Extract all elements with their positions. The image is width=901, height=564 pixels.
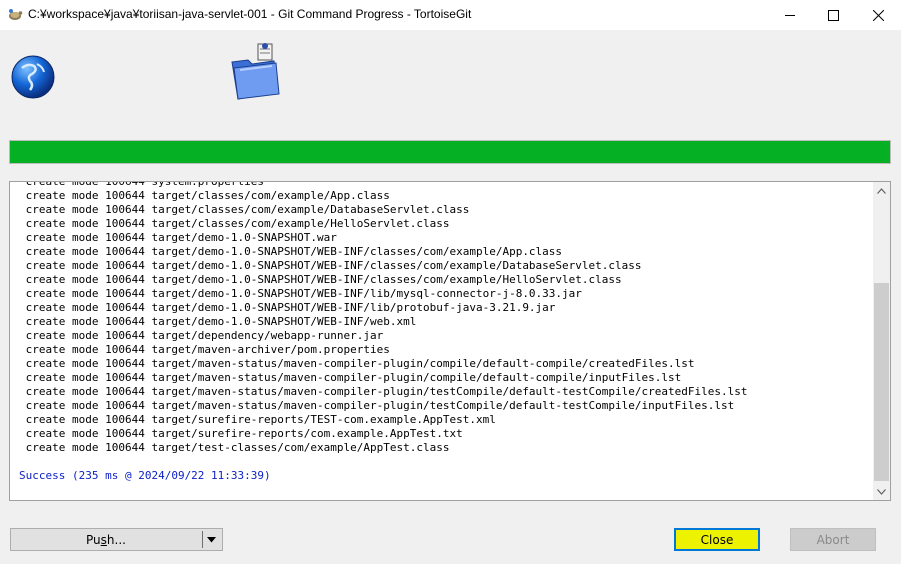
log-line: create mode 100644 target/dependency/web… bbox=[19, 329, 384, 342]
push-button-label: Push... bbox=[86, 532, 126, 547]
push-button[interactable]: Push... bbox=[10, 528, 223, 551]
close-button[interactable]: Close bbox=[674, 528, 760, 551]
tortoisegit-app-icon bbox=[9, 9, 23, 20]
maximize-icon bbox=[827, 9, 839, 21]
log-line: create mode 100644 target/demo-1.0-SNAPS… bbox=[19, 287, 582, 300]
scroll-up-button[interactable] bbox=[873, 182, 890, 199]
log-line: create mode 100644 target/demo-1.0-SNAPS… bbox=[19, 301, 556, 314]
log-output[interactable]: create mode 100644 system.properties cre… bbox=[9, 181, 891, 501]
close-button-label: Close bbox=[700, 532, 734, 547]
log-line: create mode 100644 target/surefire-repor… bbox=[19, 427, 463, 440]
progress-fill bbox=[10, 141, 890, 163]
folder-animation-icon bbox=[231, 43, 280, 100]
minimize-icon bbox=[784, 14, 795, 16]
log-line: create mode 100644 target/classes/com/ex… bbox=[19, 203, 470, 216]
log-line: create mode 100644 target/surefire-repor… bbox=[19, 413, 496, 426]
log-line: create mode 100644 target/classes/com/ex… bbox=[19, 217, 450, 230]
scroll-down-button[interactable] bbox=[873, 483, 890, 500]
log-line: create mode 100644 target/maven-status/m… bbox=[19, 385, 748, 398]
progress-bar bbox=[9, 140, 891, 164]
chevron-up-icon bbox=[877, 187, 886, 194]
log-line: create mode 100644 target/maven-status/m… bbox=[19, 371, 682, 384]
title-bar: C:¥workspace¥java¥toriisan-java-servlet-… bbox=[0, 0, 901, 30]
log-line: create mode 100644 system.properties bbox=[19, 181, 265, 188]
log-line: create mode 100644 target/demo-1.0-SNAPS… bbox=[19, 231, 337, 244]
maximize-button[interactable] bbox=[810, 0, 856, 30]
minimize-button[interactable] bbox=[767, 0, 813, 30]
log-line: create mode 100644 target/demo-1.0-SNAPS… bbox=[19, 315, 417, 328]
scroll-thumb[interactable] bbox=[874, 283, 889, 481]
log-line: create mode 100644 target/test-classes/c… bbox=[19, 441, 450, 454]
log-success-line: Success (235 ms @ 2024/09/22 11:33:39) bbox=[19, 469, 271, 482]
chevron-down-icon bbox=[877, 488, 886, 495]
close-icon bbox=[872, 9, 884, 21]
log-line: create mode 100644 target/maven-status/m… bbox=[19, 357, 695, 370]
push-split-divider bbox=[202, 531, 203, 548]
log-line: create mode 100644 target/maven-status/m… bbox=[19, 399, 735, 412]
log-line: create mode 100644 target/demo-1.0-SNAPS… bbox=[19, 245, 563, 258]
log-line: create mode 100644 target/maven-archiver… bbox=[19, 343, 390, 356]
window-title: C:¥workspace¥java¥toriisan-java-servlet-… bbox=[28, 7, 472, 21]
abort-button[interactable]: Abort bbox=[790, 528, 876, 551]
log-lines: create mode 100644 system.properties cre… bbox=[19, 181, 869, 483]
log-line: create mode 100644 target/demo-1.0-SNAPS… bbox=[19, 259, 642, 272]
dropdown-arrow-icon[interactable] bbox=[206, 534, 217, 545]
log-scrollbar[interactable] bbox=[873, 182, 890, 500]
log-line: create mode 100644 target/demo-1.0-SNAPS… bbox=[19, 273, 622, 286]
abort-button-label: Abort bbox=[816, 532, 850, 547]
close-window-button[interactable] bbox=[855, 0, 901, 30]
globe-animation-icon bbox=[11, 55, 55, 99]
log-line: create mode 100644 target/classes/com/ex… bbox=[19, 189, 390, 202]
